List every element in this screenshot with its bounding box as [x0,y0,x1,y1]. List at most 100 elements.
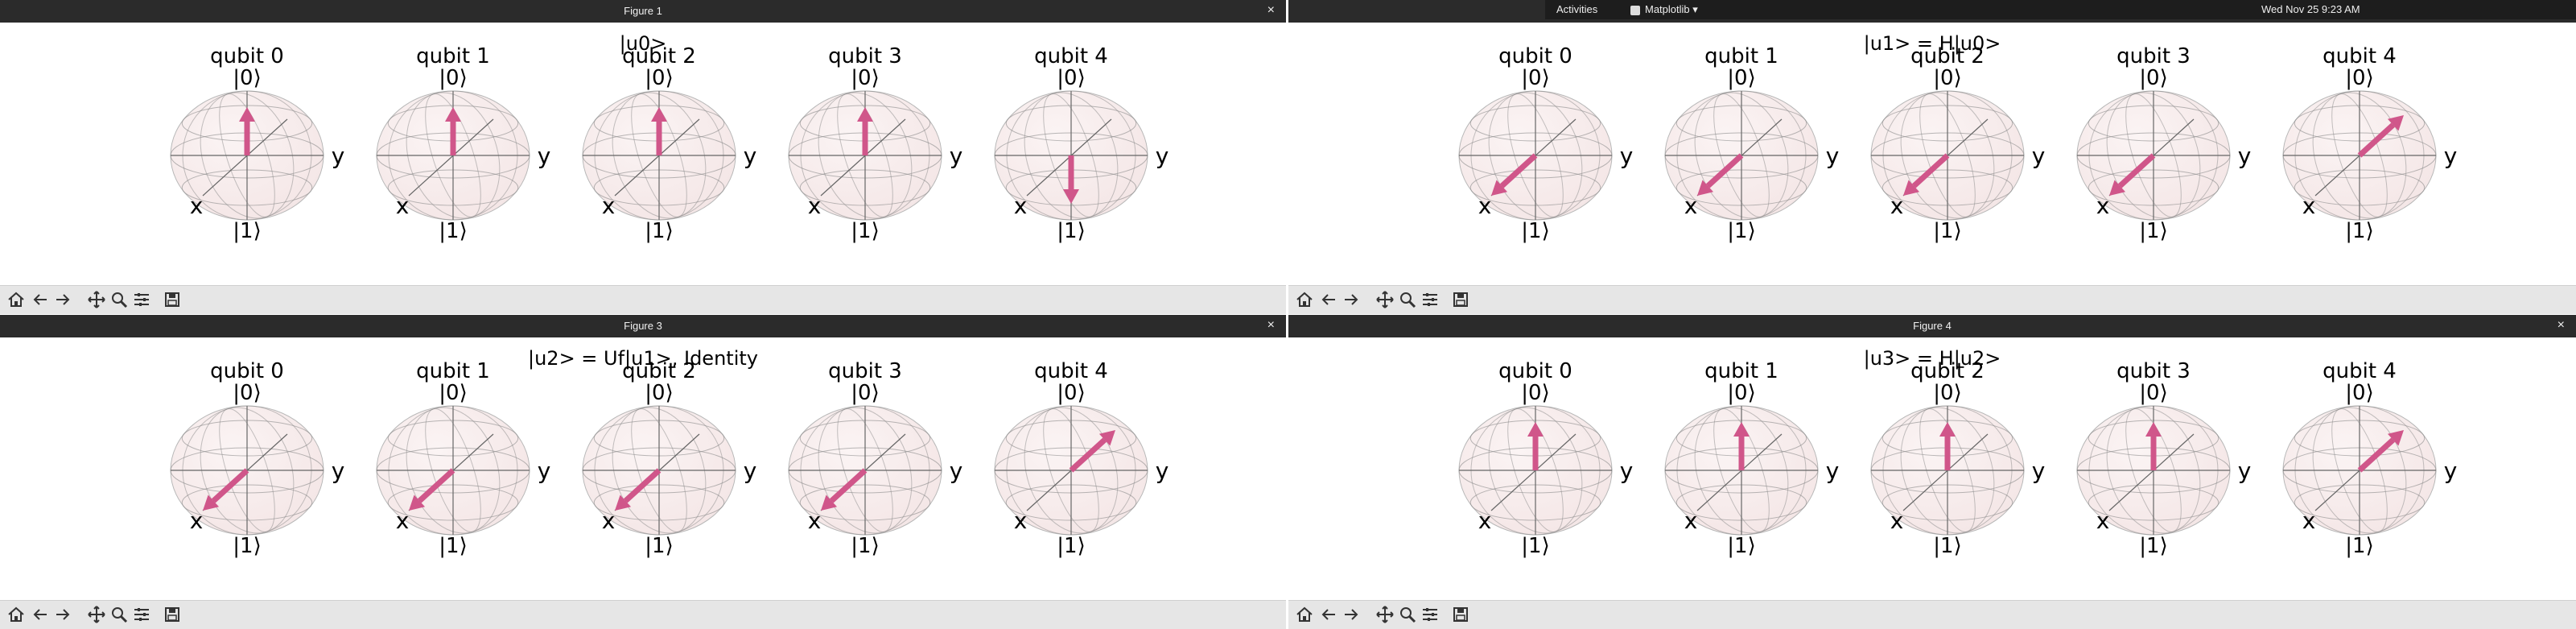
window-titlebar[interactable]: Figure 3 × [0,315,1286,337]
close-icon[interactable]: × [1267,318,1275,333]
x-axis-label: x [1478,507,1492,534]
ket-one-label: |1⟩ [1521,219,1549,243]
window-titlebar[interactable]: Figure 1 × [0,0,1286,23]
ket-zero-label: |0⟩ [851,66,879,90]
y-axis-label: y [950,457,963,484]
home-icon[interactable] [6,605,26,624]
ket-one-label: |1⟩ [851,534,879,558]
system-top-bar: Activities Matplotlib ▾ Wed Nov 25 9:23 … [1545,0,2576,19]
x-axis-label: x [2096,192,2110,219]
save-icon[interactable] [163,605,182,624]
window-titlebar[interactable]: Figure 4 × [1288,315,2576,337]
home-icon[interactable] [1295,290,1314,309]
ket-one-label: |1⟩ [645,534,673,558]
bloch-sphere: qubit 1|0⟩|1⟩yx [376,359,550,558]
x-axis-label: x [2302,192,2316,219]
bloch-sphere-row: qubit 0|0⟩|1⟩yxqubit 1|0⟩|1⟩yxqubit 2|0⟩… [1458,44,2458,243]
zoom-icon[interactable] [109,605,129,624]
bloch-sphere: qubit 1|0⟩|1⟩yx [376,44,551,243]
figure-window-1: Figure 1 × |u0> qubit 0 |0⟩ |1⟩ y x qubit 1 |0… [0,0,1286,314]
ket-zero-label: |0⟩ [1727,66,1755,90]
ket-one-label: |1⟩ [1933,219,1961,243]
close-icon[interactable]: × [2557,318,2565,333]
figure-suptitle: |u1> = H|u0> [1863,32,2001,55]
ket-one-label: |1⟩ [439,219,467,243]
ket-zero-label: |0⟩ [439,66,467,90]
save-icon[interactable] [163,290,182,309]
x-axis-label: x [190,192,204,219]
back-arrow-icon[interactable] [31,290,50,309]
ket-zero-label: |0⟩ [1057,381,1085,405]
save-icon[interactable] [1451,290,1470,309]
forward-arrow-icon[interactable] [1342,290,1361,309]
y-axis-label: y [2444,143,2458,169]
ket-zero-label: |0⟩ [1933,381,1961,405]
y-axis-label: y [950,143,963,169]
back-arrow-icon[interactable] [1319,290,1338,309]
bloch-sphere: qubit 2|0⟩|1⟩yx [582,44,756,243]
back-arrow-icon[interactable] [1319,605,1338,624]
x-axis-label: x [602,192,616,219]
y-axis-label: y [2444,457,2458,484]
home-icon[interactable] [6,290,26,309]
ket-zero-label: |0⟩ [2345,381,2373,405]
figure-suptitle: |u2> = Uf|u1>, Identity [528,347,758,370]
x-axis-label: x [396,192,410,219]
navigation-toolbar [0,600,1286,629]
ket-zero-label: |0⟩ [851,381,879,405]
x-axis-label: x [1014,507,1028,534]
y-axis-label: y [538,143,551,169]
ket-one-label: |1⟩ [1727,219,1755,243]
app-menu-label: Matplotlib [1645,3,1690,15]
zoom-icon[interactable] [109,290,129,309]
zoom-icon[interactable] [1398,290,1417,309]
clock[interactable]: Wed Nov 25 9:23 AM [2261,3,2360,15]
figure-canvas[interactable]: |u0> qubit 0 |0⟩ |1⟩ y x qubit 1 |0⟩ |1⟩ y x qubit… [0,23,1286,285]
ket-one-label: |1⟩ [851,219,879,243]
figure-canvas[interactable]: |u3> = H|u2> qubit 0 |0⟩ |1⟩ y x qubit 1 |0⟩ |1… [1288,337,2576,600]
ket-zero-label: |0⟩ [1521,66,1549,90]
ket-one-label: |1⟩ [2345,534,2373,558]
y-axis-label: y [1156,457,1169,484]
pan-icon[interactable] [87,605,106,624]
home-icon[interactable] [1295,605,1314,624]
configure-subplots-icon[interactable] [1420,290,1440,309]
bloch-sphere: qubit 3|0⟩|1⟩yx [788,359,963,558]
close-icon[interactable]: × [1267,3,1275,18]
chevron-down-icon: ▾ [1692,3,1698,15]
y-axis-label: y [1156,143,1169,169]
pan-icon[interactable] [1375,605,1395,624]
ket-zero-label: |0⟩ [2139,66,2167,90]
forward-arrow-icon[interactable] [53,605,72,624]
ket-zero-label: |0⟩ [233,66,261,90]
y-axis-label: y [2238,143,2252,169]
bloch-sphere: qubit 4|0⟩|1⟩yx [994,44,1169,243]
bloch-sphere: qubit 2|0⟩|1⟩yx [582,359,756,558]
forward-arrow-icon[interactable] [1342,605,1361,624]
figure-suptitle: |u3> = H|u2> [1863,347,2001,370]
zoom-icon[interactable] [1398,605,1417,624]
ket-one-label: |1⟩ [1727,534,1755,558]
x-axis-label: x [1684,507,1698,534]
bloch-sphere-row: qubit 0|0⟩|1⟩yxqubit 1|0⟩|1⟩yxqubit 2|0⟩… [1458,359,2458,558]
save-icon[interactable] [1451,605,1470,624]
bloch-sphere: qubit 0|0⟩|1⟩yx [170,44,344,243]
configure-subplots-icon[interactable] [132,605,151,624]
ket-zero-label: |0⟩ [1521,381,1549,405]
forward-arrow-icon[interactable] [53,290,72,309]
ket-zero-label: |0⟩ [1057,66,1085,90]
x-axis-label: x [808,507,822,534]
figure-canvas[interactable]: |u1> = H|u0> qubit 0 |0⟩ |1⟩ y x qubit 1 |0⟩ |1… [1288,23,2576,285]
figure-canvas[interactable]: |u2> = Uf|u1>, Identity qubit 0 |0⟩ |1⟩ y x q… [0,337,1286,600]
app-menu[interactable]: Matplotlib ▾ [1630,3,1698,16]
ket-zero-label: |0⟩ [645,66,673,90]
configure-subplots-icon[interactable] [1420,605,1440,624]
back-arrow-icon[interactable] [31,605,50,624]
pan-icon[interactable] [1375,290,1395,309]
configure-subplots-icon[interactable] [132,290,151,309]
y-axis-label: y [1620,457,1634,484]
pan-icon[interactable] [87,290,106,309]
bloch-sphere: qubit 3|0⟩|1⟩yx [2076,44,2252,243]
figure-suptitle: |u0> [619,32,667,55]
activities-button[interactable]: Activities [1556,3,1597,15]
